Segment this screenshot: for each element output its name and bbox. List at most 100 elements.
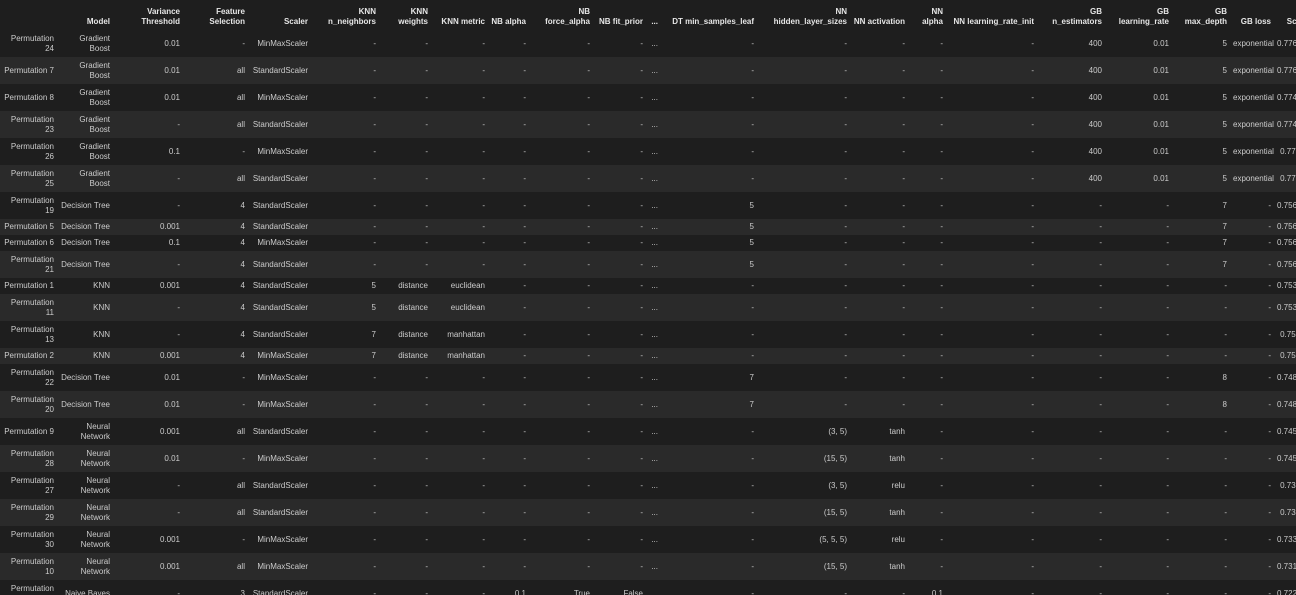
cell-nb-f: - (587, 372, 590, 382)
cell-model: Gradient Boost (79, 114, 110, 134)
cell-index: Permutation 28 (10, 448, 54, 468)
cell-nb-p: - (640, 302, 643, 312)
cell-nn-act: - (902, 222, 905, 231)
cell-knn-n: - (373, 453, 376, 463)
cell-index: Permutation 30 (10, 529, 54, 549)
cell-gb-n: - (1099, 588, 1102, 595)
cell-nn-h: (15, 5) (823, 561, 847, 571)
cell-dt: 7 (749, 372, 754, 382)
table-row: Permutation 20 Decision Tree 0.01 - MinMaxSc… (0, 391, 1296, 418)
cell-nn-h: - (844, 281, 847, 290)
table-row: Permutation 22 Decision Tree 0.01 - MinMaxSc… (0, 364, 1296, 391)
cell-score: 0.776389 (1277, 65, 1296, 75)
cell-model: Gradient Boost (79, 168, 110, 188)
cell-nn-h: (3, 5) (828, 480, 847, 490)
cell-nb-p: - (640, 329, 643, 339)
column-header-ell: ... (651, 17, 658, 26)
cell-nn-act: - (902, 281, 905, 290)
cell-score: 0.745637 (1277, 426, 1296, 436)
cell-scaler: StandardScaler (252, 302, 308, 312)
cell-gb-loss: - (1268, 329, 1271, 339)
column-header-nn-lr: NN learning_rate_init (953, 17, 1034, 26)
cell-nb-a: - (523, 351, 526, 360)
cell-vt: 0.1 (168, 146, 180, 156)
cell-gb-d: - (1224, 534, 1227, 544)
cell-ell: ... (651, 534, 658, 544)
cell-model: Neural Network (80, 475, 110, 495)
cell-nn-lr: - (1031, 222, 1034, 231)
cell-nb-a: - (523, 222, 526, 231)
column-header-nn-h: NN hidden_layer_sizes (773, 7, 847, 26)
cell-nb-p: - (640, 561, 643, 571)
cell-gb-loss: - (1268, 259, 1271, 269)
cell-scaler: StandardScaler (252, 259, 308, 269)
cell-nb-a: - (523, 173, 526, 183)
cell-gb-loss: exponential (1233, 38, 1274, 48)
cell-nn-act: - (902, 372, 905, 382)
cell-gb-n: 400 (1088, 146, 1102, 156)
column-header-nb-a: NB alpha (491, 17, 526, 26)
cell-model: Decision Tree (61, 238, 110, 247)
cell-nb-a: - (523, 561, 526, 571)
cell-nn-a: - (940, 480, 943, 490)
cell-model: Naive Bayes (65, 588, 110, 595)
cell-gb-loss: - (1268, 453, 1271, 463)
cell-scaler: StandardScaler (252, 65, 308, 75)
cell-nn-h: - (844, 38, 847, 48)
cell-nb-f: - (587, 329, 590, 339)
cell-knn-m: - (482, 65, 485, 75)
cell-vt: 0.01 (164, 399, 180, 409)
cell-gb-d: 7 (1222, 222, 1227, 231)
cell-gb-lr: - (1166, 507, 1169, 517)
cell-vt: 0.1 (168, 238, 180, 247)
cell-gb-lr: - (1166, 281, 1169, 290)
cell-ell: ... (651, 480, 658, 490)
cell-index: Permutation 27 (10, 475, 54, 495)
cell-gb-loss: - (1268, 588, 1271, 595)
cell-nb-p: - (640, 146, 643, 156)
cell-knn-m: - (482, 426, 485, 436)
cell-knn-w: - (425, 259, 428, 269)
cell-ell: ... (651, 238, 658, 247)
cell-gb-loss: - (1268, 281, 1271, 290)
cell-knn-w: - (425, 222, 428, 231)
cell-ell: ... (651, 173, 658, 183)
cell-nn-lr: - (1031, 238, 1034, 247)
cell-nn-h: - (844, 351, 847, 360)
cell-nb-p: - (640, 399, 643, 409)
cell-vt: - (177, 329, 180, 339)
results-table: Model Variance Threshold Feature Selection… (0, 0, 1296, 595)
cell-vt: - (177, 119, 180, 129)
table-row: Permutation 30 Neural Network 0.001 - MinMax… (0, 526, 1296, 553)
cell-nb-a: - (523, 146, 526, 156)
cell-model: Neural Network (80, 448, 110, 468)
cell-dt: - (751, 329, 754, 339)
cell-ell: ... (651, 329, 658, 339)
cell-gb-loss: - (1268, 561, 1271, 571)
cell-vt: 0.01 (164, 38, 180, 48)
cell-knn-w: distance (398, 302, 428, 312)
cell-gb-lr: - (1166, 222, 1169, 231)
column-header-fs: Feature Selection (209, 7, 245, 26)
cell-nb-p: - (640, 222, 643, 231)
cell-dt: - (751, 453, 754, 463)
cell-nb-a: - (523, 281, 526, 290)
cell-ell: ... (651, 200, 658, 210)
cell-vt: - (177, 480, 180, 490)
cell-index: Permutation 8 (4, 92, 54, 102)
cell-dt: 5 (749, 200, 754, 210)
cell-knn-m: - (482, 453, 485, 463)
cell-nn-act: - (902, 399, 905, 409)
cell-fs: 4 (240, 351, 245, 360)
column-header-index (0, 0, 58, 30)
cell-gb-lr: - (1166, 372, 1169, 382)
cell-nn-act: - (902, 329, 905, 339)
cell-knn-n: - (373, 222, 376, 231)
cell-gb-d: - (1224, 561, 1227, 571)
cell-gb-lr: - (1166, 480, 1169, 490)
cell-vt: 0.001 (159, 426, 180, 436)
cell-gb-loss: - (1268, 534, 1271, 544)
table-body: Permutation 24 Gradient Boost 0.01- MinMaxS… (0, 30, 1296, 595)
cell-index: Permutation 24 (10, 33, 54, 53)
cell-fs: - (242, 146, 245, 156)
